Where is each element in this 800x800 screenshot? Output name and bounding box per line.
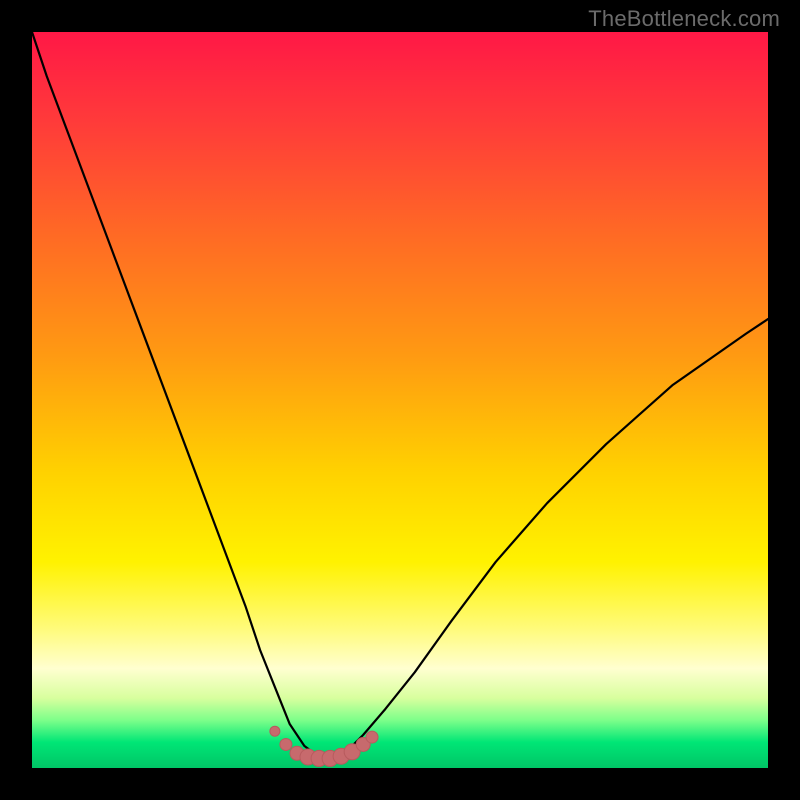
- marker-dot: [280, 738, 292, 750]
- outer-frame: TheBottleneck.com: [0, 0, 800, 800]
- gradient-background: [32, 32, 768, 768]
- marker-dot: [366, 731, 378, 743]
- watermark-text: TheBottleneck.com: [588, 6, 780, 32]
- marker-dot: [270, 726, 280, 736]
- chart-svg: [32, 32, 768, 768]
- chart-plot-area: [32, 32, 768, 768]
